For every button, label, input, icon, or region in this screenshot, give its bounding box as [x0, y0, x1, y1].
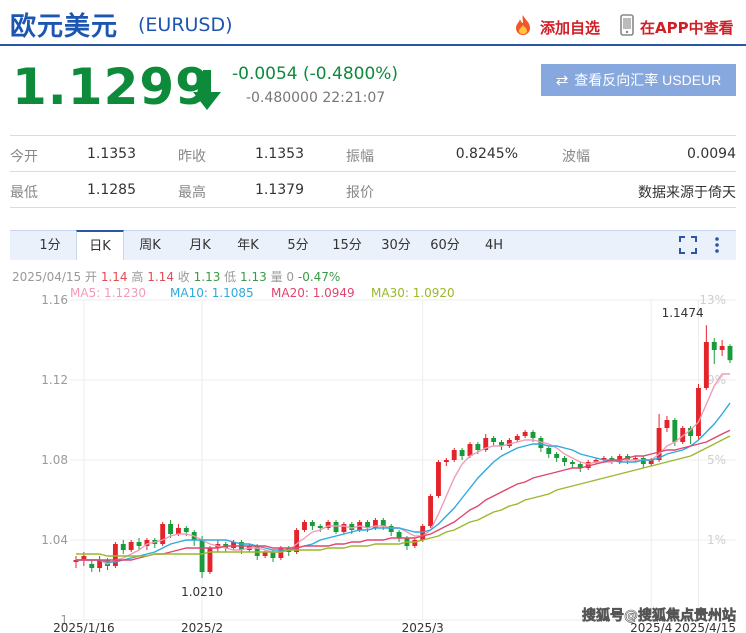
right-tick-label: 13%	[699, 293, 726, 307]
candle-body	[522, 432, 528, 436]
candle-body	[672, 420, 678, 442]
right-tick-label: 1%	[707, 533, 726, 547]
candle-body	[711, 342, 717, 350]
candle-body	[459, 450, 465, 456]
candle-body	[136, 542, 142, 546]
right-tick-label: 5%	[707, 453, 726, 467]
candle-body	[420, 526, 426, 540]
candle-body	[436, 462, 441, 496]
ma5-line	[76, 373, 730, 565]
candle-body	[727, 346, 733, 361]
candle-body	[467, 444, 473, 456]
candle-body	[514, 436, 520, 440]
ma20-line	[76, 429, 731, 561]
candle-body	[89, 564, 95, 568]
candle-body	[475, 444, 481, 450]
candle-body	[380, 520, 386, 526]
x-tick-label: 2025/3	[402, 621, 444, 633]
candle-body	[696, 388, 701, 436]
extreme-annotation: 1.1474	[662, 306, 704, 320]
extreme-annotation: 1.0210	[181, 585, 223, 599]
candle-body	[703, 342, 709, 388]
candlestick-chart: 1.161.121.081.04113%9%5%1%2025/1/16 2025/…	[41, 293, 736, 633]
y-tick-label: 1.16	[41, 293, 68, 307]
watermark-text: 搜狐号@搜狐焦点贵州站	[582, 607, 736, 624]
candle-body	[317, 526, 323, 528]
candle-body	[199, 540, 205, 572]
candle-body	[128, 542, 134, 550]
candle-body	[562, 458, 567, 462]
candle-body	[270, 552, 276, 558]
x-tick-label: 2025/1/16	[53, 621, 115, 633]
candle-body	[491, 438, 497, 442]
candle-body	[664, 420, 670, 428]
candle-body	[120, 544, 126, 550]
y-tick-label: 1.04	[41, 533, 68, 547]
candle-body	[183, 528, 189, 532]
candle-body	[443, 460, 449, 462]
candle-body	[530, 432, 536, 438]
candle-body	[719, 346, 725, 350]
y-tick-label: 1.12	[41, 373, 68, 387]
candle-body	[168, 524, 173, 534]
candle-body	[175, 528, 181, 534]
right-tick-label: 9%	[707, 373, 726, 387]
candle-body	[396, 532, 402, 538]
x-tick-label: 2025/2	[181, 621, 223, 633]
candle-body	[569, 462, 575, 464]
candle-body	[546, 448, 552, 454]
candle-body	[554, 454, 560, 458]
candle-body	[428, 496, 434, 526]
candle-body	[451, 450, 457, 460]
candle-body	[333, 522, 339, 532]
y-tick-label: 1.08	[41, 453, 68, 467]
candle-body	[302, 522, 307, 530]
candle-body	[341, 524, 347, 532]
candle-body	[309, 522, 315, 526]
